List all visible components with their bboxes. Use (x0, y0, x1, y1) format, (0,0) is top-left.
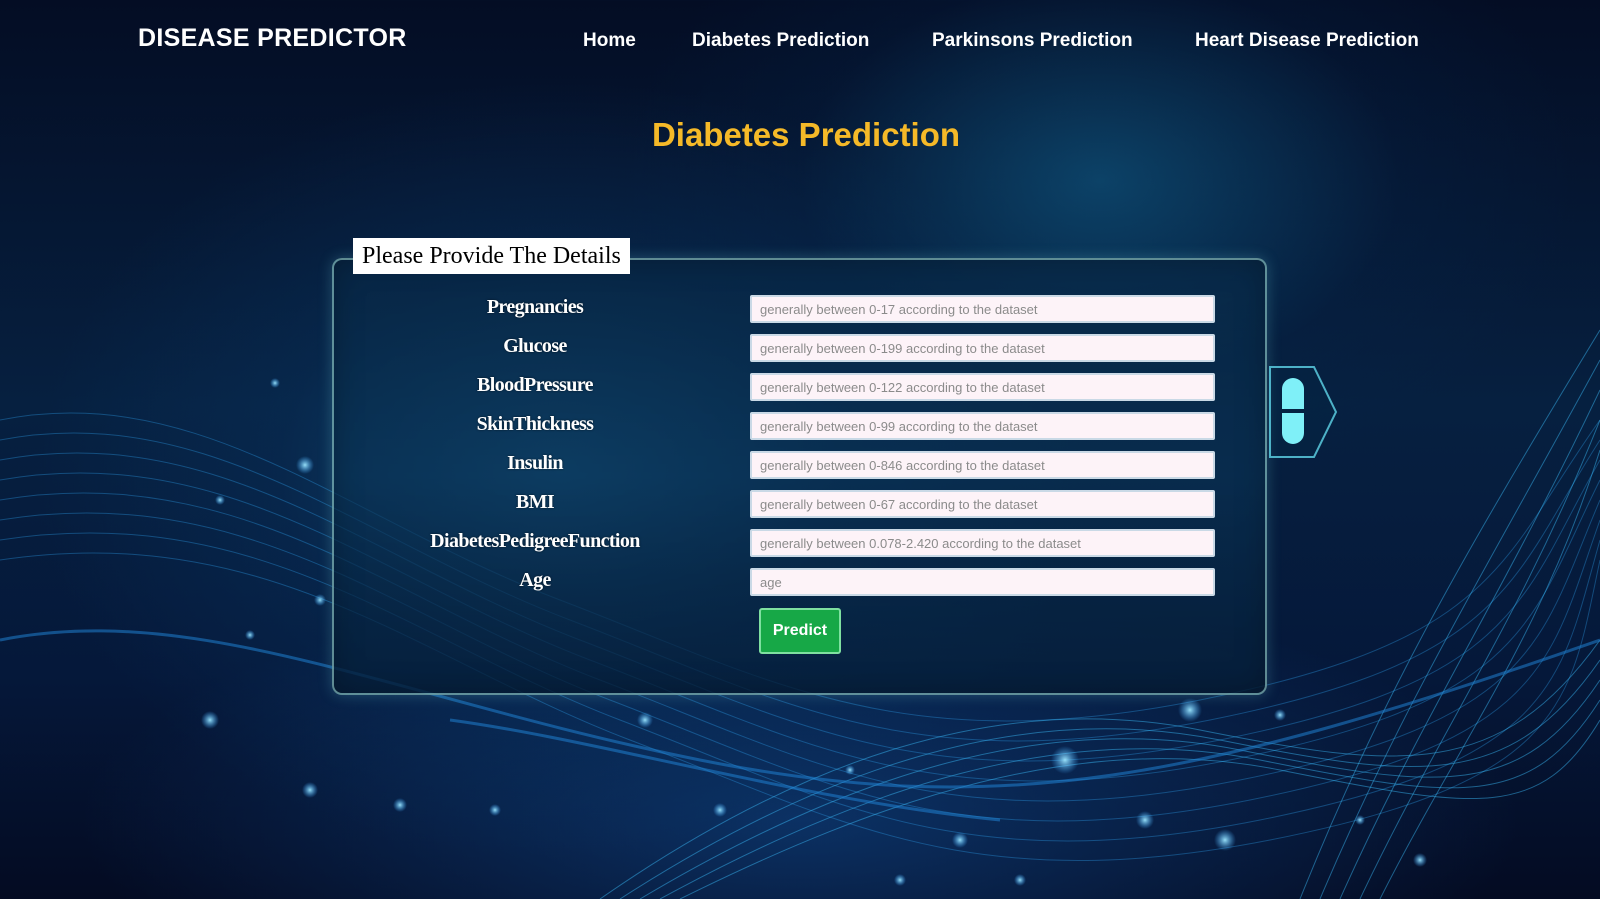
pregnancies-input[interactable] (750, 295, 1215, 323)
skin-thickness-input[interactable] (750, 412, 1215, 440)
brand-logo[interactable]: DISEASE PREDICTOR (138, 24, 407, 53)
nav-link-diabetes[interactable]: Diabetes Prediction (692, 30, 869, 52)
age-input[interactable] (750, 568, 1215, 596)
bmi-input[interactable] (750, 490, 1215, 518)
form-legend: Please Provide The Details (353, 238, 630, 274)
diabetes-pedigree-function-input[interactable] (750, 529, 1215, 557)
field-label-glucose: Glucose (503, 335, 567, 357)
glucose-input[interactable] (750, 334, 1215, 362)
field-label-pregnancies: Pregnancies (486, 296, 584, 318)
navbar: DISEASE PREDICTOR Home Diabetes Predicti… (0, 0, 1600, 80)
blood-pressure-input[interactable] (750, 373, 1215, 401)
field-label-insulin: Insulin (507, 452, 563, 474)
page-title: Diabetes Prediction (651, 116, 961, 153)
insulin-input[interactable] (750, 451, 1215, 479)
nav-link-home[interactable]: Home (583, 30, 636, 52)
field-label-blood-pressure: BloodPressure (477, 374, 594, 396)
nav-link-parkinsons[interactable]: Parkinsons Prediction (932, 30, 1133, 52)
predict-button[interactable]: Predict (759, 608, 841, 654)
field-label-skin-thickness: SkinThickness (476, 413, 594, 435)
field-label-bmi: BMI (515, 491, 555, 513)
field-label-age: Age (519, 569, 551, 591)
nav-link-heart-disease[interactable]: Heart Disease Prediction (1195, 30, 1419, 52)
field-label-diabetes-pedigree-function: DiabetesPedigreeFunction (430, 530, 640, 552)
pill-capsule-icon (1269, 366, 1338, 458)
